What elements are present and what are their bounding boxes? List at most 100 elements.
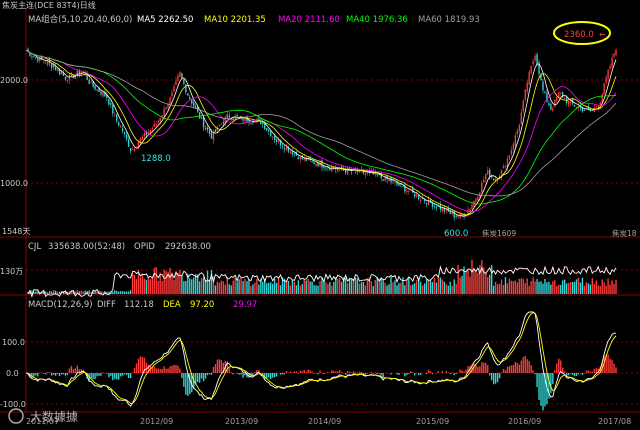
volume-bar (129, 290, 132, 294)
macd-bar (372, 373, 374, 374)
macd-bar (481, 362, 483, 373)
macd-bar (360, 372, 363, 373)
macd-bar (536, 373, 538, 388)
macd-bar (135, 363, 138, 373)
candle-body (129, 148, 132, 151)
watermark-logo-icon (8, 408, 24, 424)
volume-bar (567, 283, 570, 294)
macd-bar (145, 362, 148, 373)
volume-bar (327, 283, 329, 294)
volume-bar (433, 277, 436, 294)
candle-body (214, 129, 217, 132)
macd-bar (102, 372, 104, 373)
candle-body (198, 112, 201, 119)
macd-bar (309, 370, 311, 373)
volume-bar (601, 279, 603, 294)
macd-bar (593, 369, 595, 373)
volume-bar (508, 278, 511, 294)
macd-bar (412, 372, 414, 373)
macd-bar (354, 372, 357, 373)
macd-bar (181, 373, 183, 379)
volume-bar (82, 291, 84, 294)
macd-bar (216, 359, 219, 373)
volume-bar (518, 278, 520, 294)
candle-body (181, 73, 183, 79)
volume-bar (427, 279, 430, 294)
candle-body (52, 65, 55, 68)
macd-bar (429, 371, 432, 373)
volume-bar (410, 285, 412, 294)
volume-bar (575, 279, 578, 294)
volume-bar (118, 291, 120, 294)
volume-bar (382, 278, 384, 294)
macd-bar (50, 373, 53, 376)
candle-body (597, 106, 599, 108)
volume-bar (269, 282, 272, 294)
candle-body (268, 129, 270, 132)
candle-body (319, 162, 321, 167)
macd-bar (106, 373, 108, 374)
volume-bar (429, 279, 432, 294)
macd-bar (202, 373, 205, 382)
volume-bar (504, 277, 507, 294)
candle-body (595, 106, 597, 108)
candle-body (425, 202, 428, 204)
candle-body (524, 89, 526, 100)
volume-bar (540, 281, 542, 294)
candle-body (419, 199, 422, 201)
macd-bar (406, 373, 408, 376)
candle-body (611, 57, 613, 67)
chart-title: 焦炭主连(DCE 83T4)日线 (2, 0, 96, 10)
futures-chart[interactable]: 焦炭主连(DCE 83T4)日线 MA组合(5,10,20,40,60,0) M… (0, 0, 640, 430)
candle-body (453, 210, 455, 218)
macd-bar (380, 373, 382, 376)
macd-bar (33, 373, 35, 377)
volume-bar (581, 277, 584, 294)
macd-bar (477, 366, 479, 373)
candle-body (518, 125, 520, 132)
macd-bar (76, 365, 78, 373)
candle-body (177, 75, 179, 81)
candle-body (512, 144, 515, 150)
volume-bar (169, 267, 171, 294)
volume-bar (295, 285, 298, 294)
macd-bar (577, 373, 580, 375)
candle-body (558, 91, 560, 98)
volume-bar (161, 280, 163, 294)
macd-bar (58, 373, 61, 377)
macd-bar (573, 373, 576, 377)
macd-bar (532, 370, 534, 373)
candle-body (481, 183, 483, 193)
candle-body (427, 199, 430, 205)
volume-bar (437, 277, 440, 294)
volume-bar (485, 272, 487, 294)
macd-bar (206, 373, 209, 376)
volume-bar (277, 276, 280, 294)
volume-bar (313, 285, 315, 294)
macd-bar (492, 373, 495, 385)
volume-bar (287, 281, 290, 294)
candle-body (218, 125, 221, 126)
candle-body (64, 76, 67, 80)
volume-bar (498, 283, 501, 294)
macd-bar (530, 364, 532, 373)
volume-y-label: 130万 (0, 267, 23, 276)
macd-bar (589, 371, 592, 373)
volume-bar (536, 279, 538, 294)
volume-bar (431, 282, 434, 294)
volume-bar (542, 283, 544, 294)
volume-bar (218, 282, 221, 294)
candle-body (289, 151, 292, 153)
volume-bar (268, 282, 270, 294)
candle-body (362, 171, 365, 174)
macd-bar (283, 373, 286, 375)
candle-body (120, 126, 122, 128)
volume-bar (246, 281, 248, 294)
volume-bar (200, 278, 203, 294)
candle-body (60, 72, 63, 74)
macd-bar (352, 371, 355, 373)
volume-bar (163, 269, 165, 294)
macd-bar (123, 373, 126, 375)
candle-body (47, 61, 49, 65)
candle-body (131, 148, 134, 150)
